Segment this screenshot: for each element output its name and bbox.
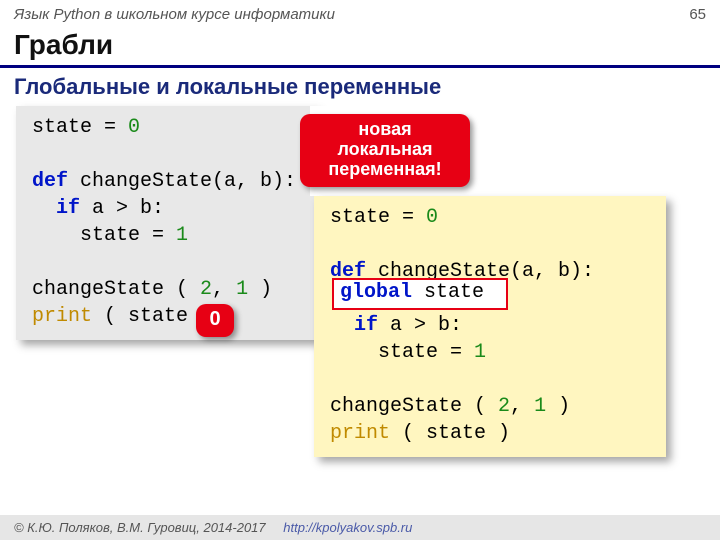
footer-url: http://kpolyakov.spb.ru — [283, 520, 412, 535]
callout-output-zero: 0 — [196, 304, 234, 337]
slide-title: Грабли — [0, 27, 720, 61]
footer: © К.Ю. Поляков, В.М. Гуровиц, 2014-2017 … — [0, 515, 720, 540]
course-title: Язык Python в школьном курсе информатики — [14, 6, 335, 23]
global-highlight-box: global state — [332, 278, 508, 310]
slide-subtitle: Глобальные и локальные переменные — [0, 74, 720, 106]
global-keyword: global — [340, 281, 412, 304]
callout-new-local-var: новая локальная переменная! — [300, 114, 470, 187]
code-left: state = 0 def changeState(a, b): if a > … — [32, 114, 300, 330]
code-box-left: state = 0 def changeState(a, b): if a > … — [16, 106, 316, 340]
code-box-right: state = 0 def changeState(a, b): if a > … — [314, 196, 666, 457]
code-right: state = 0 def changeState(a, b): if a > … — [330, 204, 650, 447]
title-rule — [0, 65, 720, 68]
page-number: 65 — [689, 6, 706, 23]
header-strip: Язык Python в школьном курсе информатики… — [0, 0, 720, 27]
copyright: © К.Ю. Поляков, В.М. Гуровиц, 2014-2017 — [14, 520, 266, 535]
content-area: state = 0 def changeState(a, b): if a > … — [0, 106, 720, 506]
